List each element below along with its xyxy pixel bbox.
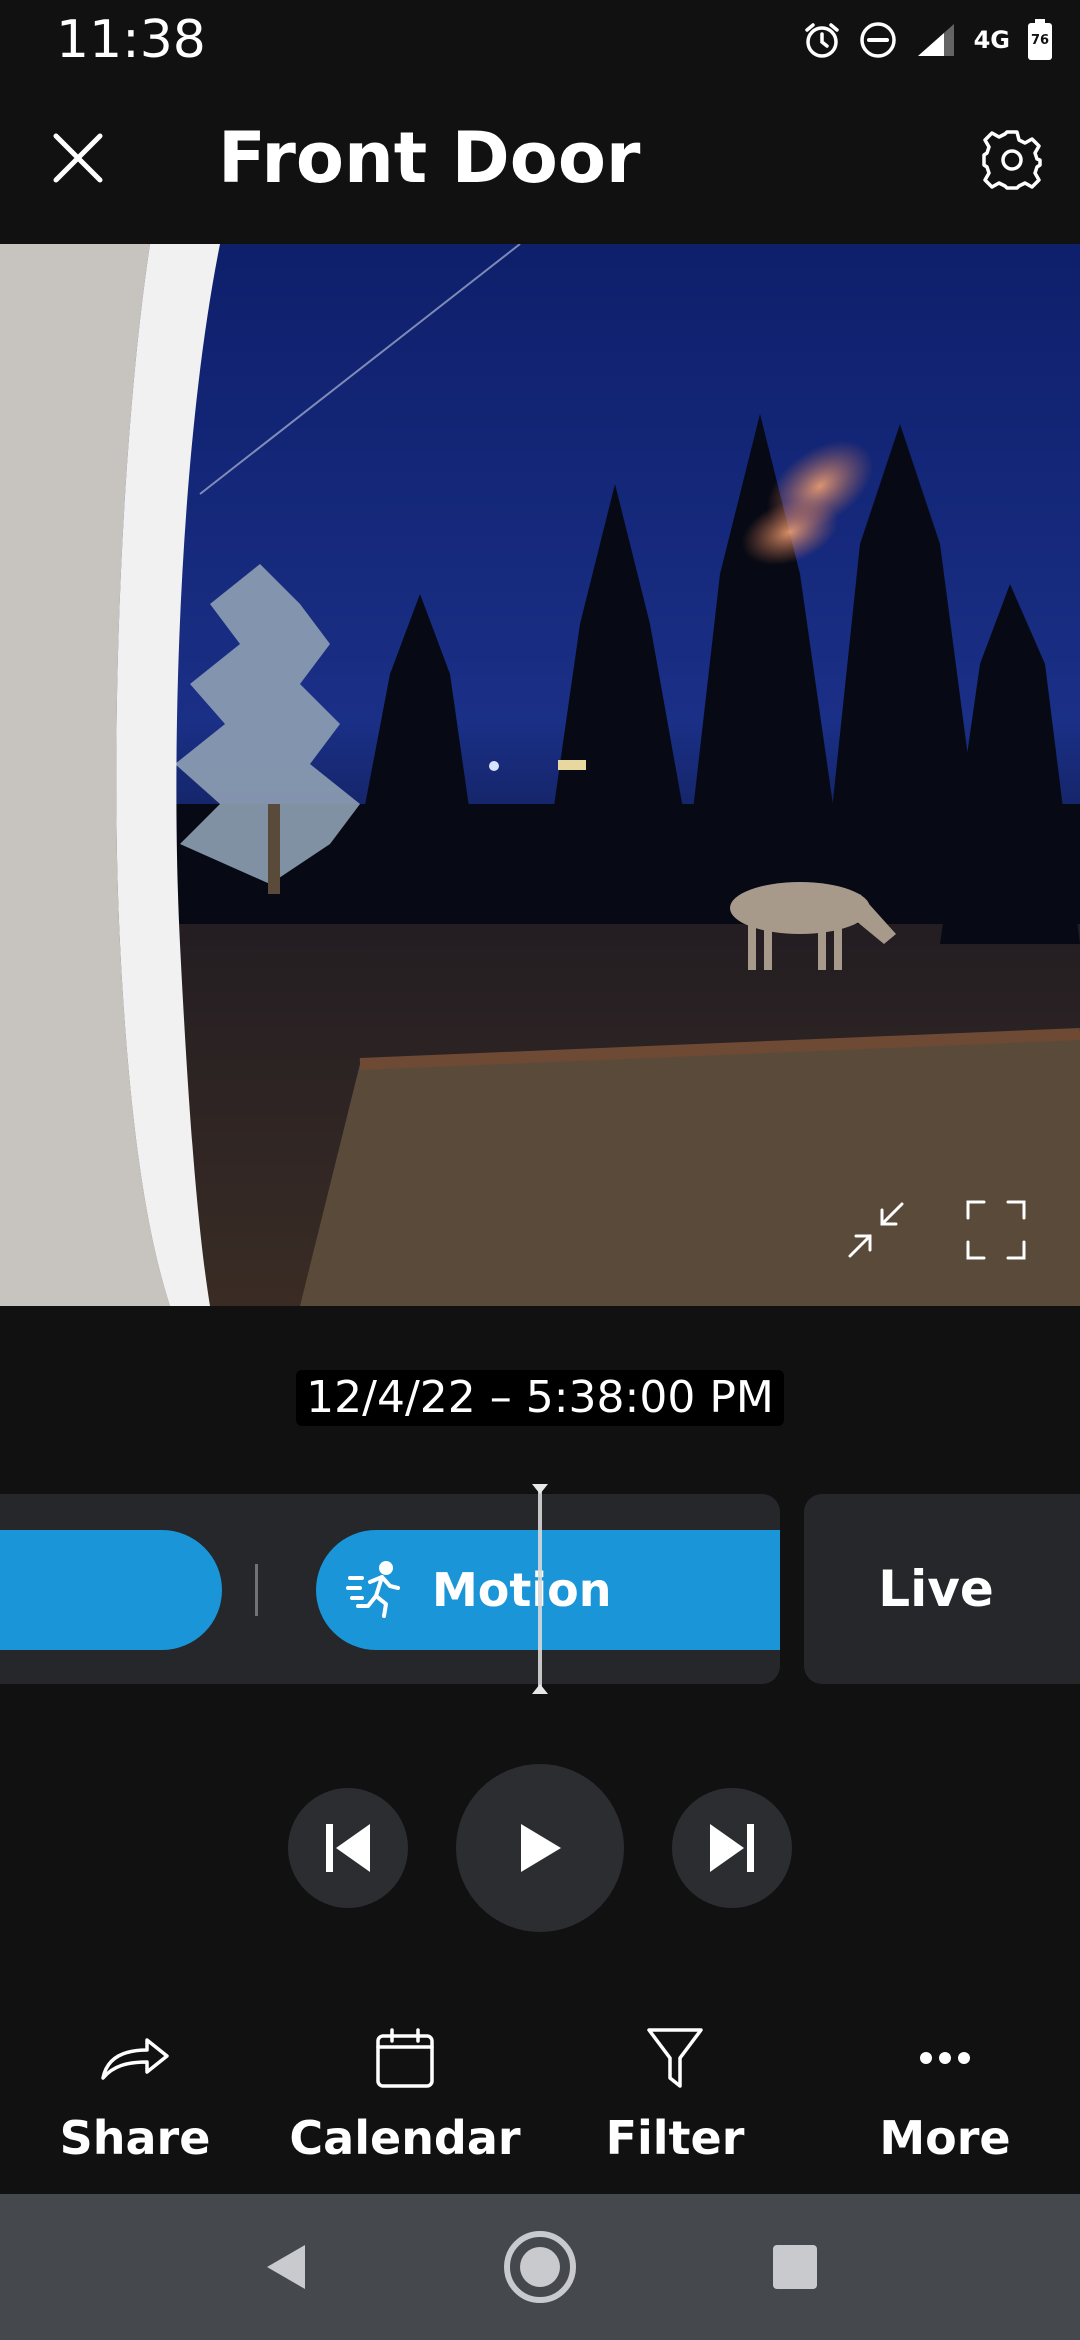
play-icon: [521, 1824, 561, 1872]
more-button[interactable]: More: [830, 2020, 1060, 2170]
skip-next-button[interactable]: [672, 1788, 792, 1908]
play-button[interactable]: [456, 1764, 624, 1932]
share-label: Share: [59, 2111, 211, 2165]
nav-home-button[interactable]: [497, 2224, 583, 2310]
gear-icon: [982, 130, 1042, 190]
signal-icon: [914, 20, 958, 60]
more-label: More: [879, 2111, 1011, 2165]
home-circle-icon: [504, 2231, 576, 2303]
calendar-label: Calendar: [289, 2111, 521, 2165]
close-button[interactable]: [40, 120, 116, 196]
live-label: Live: [878, 1560, 994, 1618]
filter-button[interactable]: Filter: [560, 2020, 790, 2170]
collapse-icon: [848, 1202, 904, 1258]
battery-icon: 76: [1026, 18, 1054, 62]
calendar-icon: [376, 2028, 434, 2088]
filter-icon: [647, 2028, 703, 2088]
skip-previous-icon: [326, 1824, 370, 1872]
nav-recents-button[interactable]: [760, 2232, 830, 2302]
more-icon: [920, 2052, 970, 2064]
fullscreen-button[interactable]: [956, 1190, 1036, 1270]
event-timestamp: 12/4/22 – 5:38:00 PM: [296, 1370, 784, 1426]
settings-button[interactable]: [974, 122, 1050, 198]
battery-level: 76: [1030, 33, 1050, 48]
filter-label: Filter: [605, 2111, 745, 2165]
status-time: 11:38: [56, 10, 206, 70]
network-type: 4G: [973, 26, 1010, 54]
timeline-divider: [255, 1564, 258, 1616]
back-triangle-icon: [267, 2245, 305, 2289]
playhead-bottom-marker: [532, 1684, 548, 1694]
close-icon: [53, 133, 103, 183]
nav-back-button[interactable]: [250, 2232, 320, 2302]
camera-frame: [0, 244, 1080, 1306]
page-title: Front Door: [218, 117, 641, 199]
timeline-event-motion[interactable]: Motion: [316, 1530, 780, 1650]
share-button[interactable]: Share: [20, 2020, 250, 2170]
status-icons: 4G 76: [802, 10, 1054, 70]
share-icon: [101, 2038, 169, 2080]
timeline-playhead[interactable]: [532, 1484, 548, 1694]
motion-event-label: Motion: [432, 1563, 612, 1617]
fullscreen-icon: [966, 1200, 1026, 1260]
collapse-button[interactable]: [836, 1190, 916, 1270]
calendar-button[interactable]: Calendar: [289, 2020, 521, 2170]
skip-previous-button[interactable]: [288, 1788, 408, 1908]
skip-next-icon: [710, 1824, 754, 1872]
do-not-disturb-icon: [858, 20, 898, 60]
alarm-icon: [802, 20, 842, 60]
video-player[interactable]: [0, 244, 1080, 1306]
playhead-top-marker: [532, 1484, 548, 1494]
running-person-icon: [346, 1561, 400, 1618]
live-button[interactable]: Live: [804, 1494, 1080, 1684]
recents-square-icon: [773, 2245, 817, 2289]
timeline-event-previous[interactable]: [0, 1530, 222, 1650]
